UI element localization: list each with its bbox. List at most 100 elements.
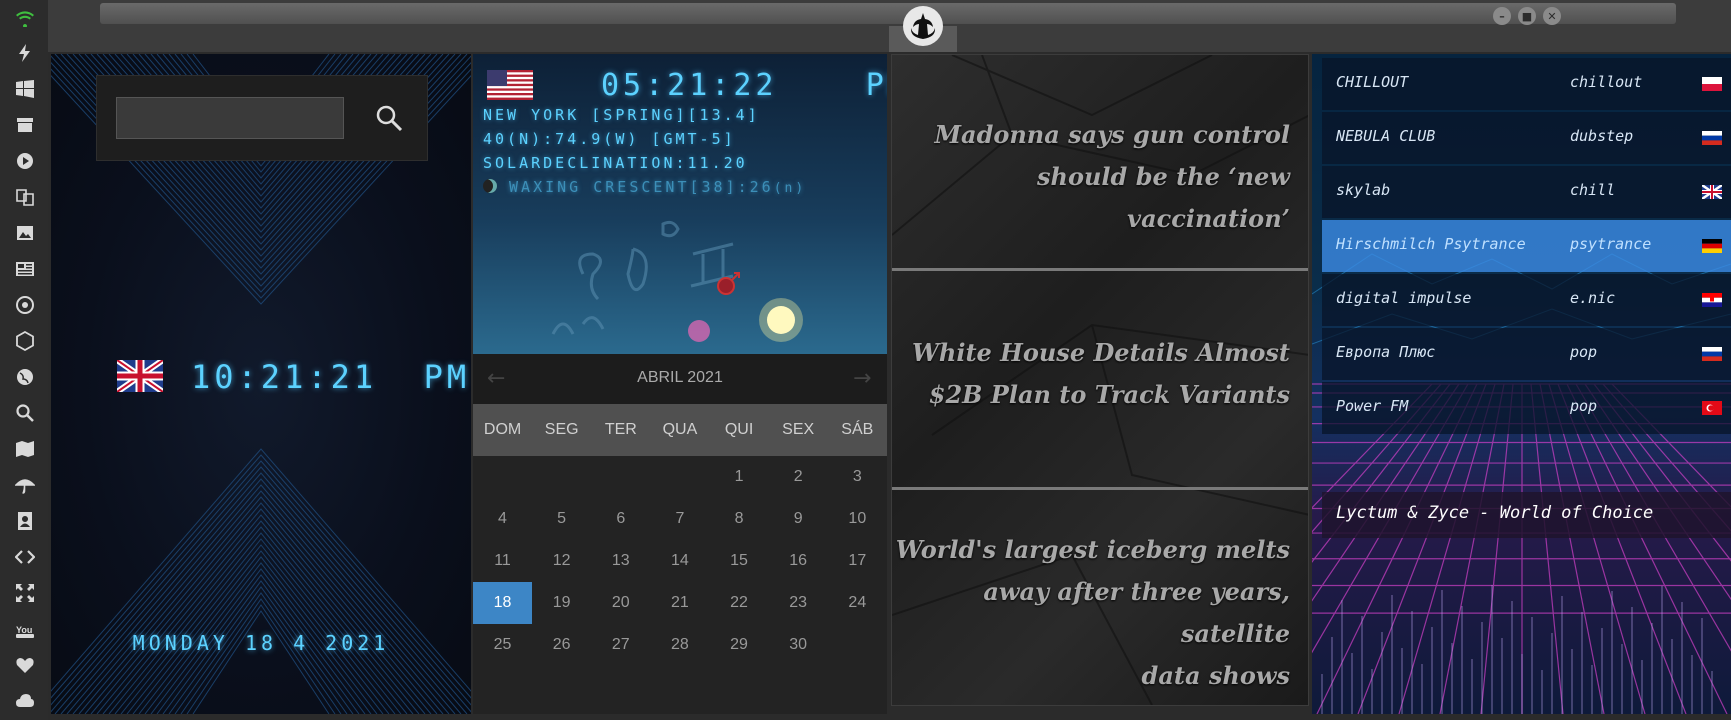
aperture-icon[interactable] — [12, 292, 38, 318]
croatia-flag-icon — [1702, 293, 1722, 307]
station-item[interactable]: Европа Плюс pop — [1322, 328, 1731, 380]
expand-icon[interactable] — [12, 580, 38, 606]
station-item[interactable]: Hirschmilch Psytrance psytrance — [1322, 220, 1731, 272]
calendar-day[interactable]: 3 — [828, 456, 887, 498]
bolt-icon[interactable] — [12, 40, 38, 66]
calendar-day-today[interactable]: 18 — [473, 582, 532, 624]
title-bar-field[interactable] — [100, 3, 1676, 24]
news-icon[interactable] — [12, 256, 38, 282]
code-icon[interactable] — [12, 544, 38, 570]
weekday-label: TER — [604, 421, 637, 438]
calendar-day[interactable]: 24 — [828, 582, 887, 624]
station-item[interactable]: NEBULA CLUB dubstep — [1322, 112, 1731, 164]
minimize-button[interactable]: – — [1493, 7, 1511, 25]
weekday-label: SEG — [544, 421, 579, 438]
calendar-day[interactable]: 17 — [828, 540, 887, 582]
calendar-day[interactable]: 26 — [532, 624, 591, 666]
news-headline-1[interactable]: Madonna says gun control should be the ‘n… — [892, 114, 1290, 240]
news-headline-3[interactable]: World's largest iceberg melts away after … — [892, 529, 1290, 697]
search-icon[interactable] — [12, 400, 38, 426]
calendar-day[interactable]: 5 — [532, 498, 591, 540]
heart-icon[interactable] — [12, 652, 38, 678]
moon-icon — [661, 220, 680, 238]
calendar-day[interactable]: 4 — [473, 498, 532, 540]
calendar-day[interactable]: 2 — [769, 456, 828, 498]
russia-flag-icon — [1702, 131, 1722, 145]
calendar-day[interactable]: 12 — [532, 540, 591, 582]
calendar-day[interactable]: 21 — [650, 582, 709, 624]
calendar-day[interactable]: 15 — [710, 540, 769, 582]
calendar-day[interactable]: 19 — [532, 582, 591, 624]
news-divider — [892, 268, 1308, 271]
calendar-day[interactable]: 30 — [769, 624, 828, 666]
calendar-day[interactable]: 16 — [769, 540, 828, 582]
calendar-day[interactable]: 20 — [591, 582, 650, 624]
news-divider — [892, 487, 1308, 490]
translate-icon[interactable] — [12, 184, 38, 210]
world-clock-panel: 10:21:21 PM MONDAY 18 4 2021 — [51, 54, 471, 714]
station-item[interactable]: Power FM pop — [1322, 382, 1731, 434]
image-icon[interactable] — [12, 220, 38, 246]
station-name: Power FM — [1336, 397, 1409, 415]
calendar-day[interactable]: 9 — [769, 498, 828, 540]
poland-flag-icon — [1702, 77, 1722, 91]
close-button[interactable]: ✕ — [1543, 7, 1561, 25]
calendar-day[interactable]: 25 — [473, 624, 532, 666]
russia-flag-icon — [1702, 347, 1722, 361]
aquarius-icon — [551, 316, 605, 335]
maximize-button[interactable]: ■ — [1518, 7, 1536, 25]
calendar-day[interactable]: 11 — [473, 540, 532, 582]
mars-icon — [717, 277, 735, 295]
wifi-icon[interactable] — [12, 4, 38, 30]
contacts-icon[interactable] — [12, 508, 38, 534]
globe-icon[interactable] — [12, 364, 38, 390]
station-item[interactable]: digital impulse e.nic — [1322, 274, 1731, 326]
weekday-label: SÁB — [841, 421, 874, 438]
calendar-day[interactable]: 7 — [650, 498, 709, 540]
uk-flag-icon — [1702, 185, 1722, 199]
archive-icon[interactable] — [12, 112, 38, 138]
calendar-day[interactable]: 22 — [710, 582, 769, 624]
station-name: Европа Плюс — [1336, 343, 1436, 361]
station-item[interactable]: CHILLOUT chillout — [1322, 58, 1731, 110]
calendar-day[interactable]: 13 — [591, 540, 650, 582]
youtube-icon[interactable]: You — [12, 616, 38, 642]
uk-date: MONDAY 18 4 2021 — [132, 631, 390, 655]
calendar-day[interactable]: 27 — [591, 624, 650, 666]
calendar-day[interactable]: 28 — [650, 624, 709, 666]
astro-calendar-panel: 05:21:22 PM NEW YORK [SPRING][13.4] 40(N… — [473, 54, 887, 714]
windows-icon[interactable] — [12, 76, 38, 102]
calendar-day[interactable]: 23 — [769, 582, 828, 624]
calendar-day[interactable]: 14 — [650, 540, 709, 582]
app-sidebar: You — [0, 0, 48, 720]
station-name: CHILLOUT — [1336, 73, 1409, 91]
turkey-flag-icon — [1702, 401, 1722, 415]
calendar-day[interactable]: 1 — [710, 456, 769, 498]
calendar-day[interactable]: 6 — [591, 498, 650, 540]
cloud-icon[interactable] — [12, 688, 38, 714]
station-genre: pop — [1570, 343, 1598, 361]
weekday-label: QUA — [662, 421, 698, 438]
calendar-day[interactable]: 29 — [710, 624, 769, 666]
uk-flag-icon — [115, 357, 165, 395]
solar-declination-line: SOLARDECLINATION:11.20 — [483, 154, 748, 172]
virgo-icon — [626, 247, 648, 292]
weekday-label: QUI — [724, 421, 754, 438]
umbrella-icon[interactable] — [12, 472, 38, 498]
hexagon-icon[interactable] — [12, 328, 38, 354]
calendar-day[interactable]: 8 — [710, 498, 769, 540]
play-icon[interactable] — [12, 148, 38, 174]
station-genre: pop — [1570, 397, 1598, 415]
capricorn-icon — [578, 252, 602, 301]
search-input[interactable] — [116, 97, 344, 139]
calendar-month: ABRIL 2021 — [637, 369, 723, 386]
rebel-alliance-icon[interactable] — [903, 6, 943, 46]
map-icon[interactable] — [12, 436, 38, 462]
search-icon[interactable] — [374, 103, 404, 133]
station-item[interactable]: skylab chill — [1322, 166, 1731, 218]
station-genre: e.nic — [1570, 289, 1616, 307]
news-headline-2[interactable]: White House Details Almost $2B Plan to Tr… — [912, 332, 1290, 416]
calendar-day[interactable]: 10 — [828, 498, 887, 540]
next-month-button[interactable]: → — [853, 366, 871, 391]
astro-display: 05:21:22 PM NEW YORK [SPRING][13.4] 40(N… — [473, 54, 887, 354]
